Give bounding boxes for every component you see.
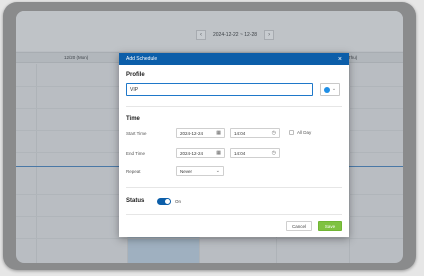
date-navigator: ‹ 2024-12-22 ~ 12-28 › bbox=[196, 29, 275, 41]
end-date-value: 2024-12-24 bbox=[180, 150, 204, 156]
date-range-label: 2024-12-22 ~ 12-28 bbox=[213, 32, 258, 38]
grid-line bbox=[16, 238, 403, 239]
color-picker[interactable]: ⌄ bbox=[320, 83, 340, 96]
color-swatch bbox=[323, 86, 330, 93]
chevron-right-icon[interactable]: › bbox=[264, 30, 275, 40]
repeat-label: Repeat bbox=[126, 169, 141, 174]
start-time-label: Start Time bbox=[126, 131, 147, 136]
toggle-knob bbox=[165, 199, 170, 204]
grid-line bbox=[36, 64, 37, 263]
calendar-icon: ▦ bbox=[216, 149, 221, 156]
dialog-title: Add Schedule bbox=[126, 56, 158, 62]
start-date-input[interactable]: 2024-12-24 ▦ bbox=[176, 128, 225, 138]
chevron-down-icon: ⌄ bbox=[215, 167, 220, 174]
repeat-select[interactable]: Never ⌄ bbox=[176, 166, 224, 176]
clock-icon: ◷ bbox=[271, 149, 276, 156]
end-time-value: 14:04 bbox=[234, 150, 246, 156]
status-value: On bbox=[175, 199, 182, 204]
all-day-option[interactable]: All Day bbox=[289, 130, 311, 135]
status-toggle[interactable] bbox=[157, 198, 171, 205]
start-time-value: 14:04 bbox=[234, 130, 246, 136]
start-time-input[interactable]: 14:04 ◷ bbox=[230, 128, 280, 138]
time-section-title: Time bbox=[126, 116, 140, 122]
start-date-value: 2024-12-24 bbox=[180, 130, 204, 136]
add-schedule-dialog: Add Schedule × Profile VIP ⌄ Time Start … bbox=[119, 53, 349, 237]
repeat-value: Never bbox=[180, 168, 193, 174]
end-time-label: End Time bbox=[126, 151, 146, 156]
save-button[interactable]: Save bbox=[318, 221, 342, 231]
all-day-checkbox[interactable] bbox=[289, 130, 294, 135]
profile-section-title: Profile bbox=[126, 72, 145, 78]
profile-input[interactable]: VIP bbox=[126, 83, 313, 96]
divider bbox=[126, 106, 342, 107]
calendar-toolbar: ‹ 2024-12-22 ~ 12-28 › bbox=[16, 11, 403, 51]
column-label-first: 12/20 (Mon) bbox=[64, 55, 89, 60]
divider bbox=[126, 214, 342, 215]
clock-icon: ◷ bbox=[271, 129, 276, 136]
chevron-left-icon[interactable]: ‹ bbox=[196, 30, 206, 40]
grid-line bbox=[349, 64, 350, 263]
cancel-button[interactable]: Cancel bbox=[286, 221, 312, 231]
end-date-input[interactable]: 2024-12-24 ▦ bbox=[176, 148, 225, 158]
dialog-header: Add Schedule × bbox=[119, 53, 349, 65]
close-icon[interactable]: × bbox=[338, 56, 342, 63]
calendar-icon: ▦ bbox=[216, 129, 221, 136]
status-section-title: Status bbox=[126, 198, 145, 204]
divider bbox=[126, 187, 342, 188]
chevron-down-icon: ⌄ bbox=[331, 86, 337, 92]
all-day-label: All Day bbox=[297, 130, 312, 135]
end-time-input[interactable]: 14:04 ◷ bbox=[230, 148, 280, 158]
